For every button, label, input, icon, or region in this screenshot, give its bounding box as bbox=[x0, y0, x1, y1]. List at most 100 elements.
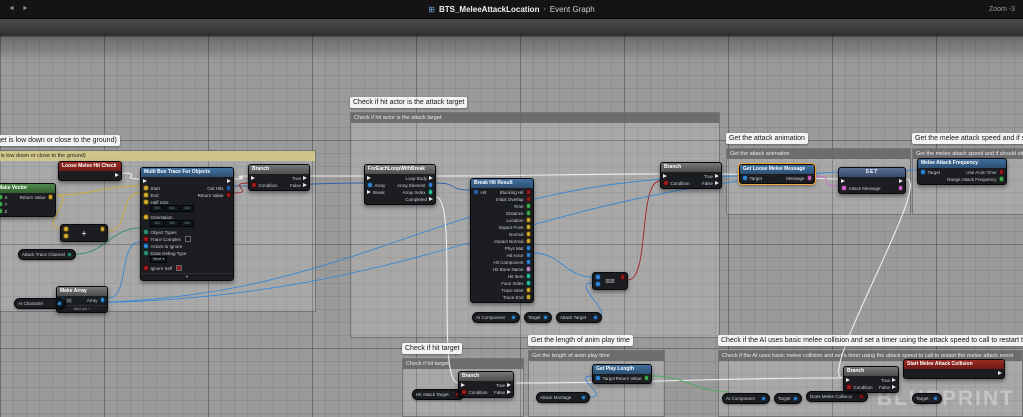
data-pin-icon[interactable] bbox=[999, 176, 1005, 182]
node-get-play-length[interactable]: Get Play LengthTargetReturn Value bbox=[592, 364, 652, 384]
forward-button[interactable]: ► bbox=[22, 0, 29, 18]
false-pin[interactable]: False bbox=[702, 180, 719, 186]
node-header[interactable]: Start Melee Attack Collision bbox=[904, 360, 1004, 369]
data-pin-icon[interactable] bbox=[526, 210, 532, 216]
data-pin-icon[interactable] bbox=[526, 287, 532, 293]
exec-pin-icon[interactable] bbox=[841, 179, 845, 183]
true-pin[interactable]: True bbox=[494, 382, 511, 388]
data-pin-icon[interactable] bbox=[251, 182, 257, 188]
node-multi-box-trace-for-objects[interactable]: Multi Box Trace For ObjectsStartEndHalf … bbox=[140, 167, 234, 281]
exec-pin-icon[interactable] bbox=[367, 176, 371, 180]
data-pin-icon[interactable] bbox=[226, 185, 232, 191]
data-pin-icon[interactable] bbox=[100, 226, 106, 232]
wire[interactable] bbox=[839, 179, 911, 378]
data-pin-icon[interactable] bbox=[473, 189, 479, 195]
node-header[interactable]: Break Hit Result bbox=[471, 179, 533, 188]
node-get-loose-melee-message[interactable]: Get Loose Melee MessageTargetMessage bbox=[739, 164, 815, 184]
data-pin-icon[interactable] bbox=[663, 180, 669, 186]
node-header[interactable]: Loose Melee Hit Check bbox=[59, 162, 121, 171]
use-anim-time-pin[interactable]: Use Anim Time bbox=[947, 169, 1004, 175]
false-pin[interactable]: False bbox=[879, 384, 896, 390]
exec-pin[interactable] bbox=[846, 377, 873, 383]
wire[interactable] bbox=[122, 173, 140, 179]
asset-name[interactable]: BTS_MeleeAttackLocation bbox=[439, 5, 539, 14]
node-header[interactable]: Make Vector bbox=[0, 184, 55, 193]
data-pin-icon[interactable] bbox=[526, 266, 532, 272]
node-loose-melee-hit-check[interactable]: Loose Melee Hit Check bbox=[58, 161, 122, 181]
checkbox[interactable] bbox=[176, 265, 182, 271]
exec-pin[interactable] bbox=[618, 274, 626, 280]
value-field[interactable]: 0.0 bbox=[150, 220, 164, 227]
dropdown[interactable]: None ▾ bbox=[150, 256, 167, 263]
exec-pin[interactable] bbox=[896, 185, 904, 191]
exec-pin[interactable] bbox=[841, 178, 881, 184]
data-pin-icon[interactable] bbox=[807, 175, 813, 181]
comment-check-target-low-label[interactable]: Check target is low down or close to the… bbox=[0, 135, 120, 146]
exec-pin-icon[interactable] bbox=[507, 390, 511, 394]
return-value-pin[interactable]: Return Value bbox=[198, 192, 231, 198]
x-pin[interactable]: X bbox=[0, 194, 8, 200]
exec-pin-icon[interactable] bbox=[507, 383, 511, 387]
data-pin-icon[interactable] bbox=[859, 394, 865, 400]
trace-start-pin[interactable]: Trace Start bbox=[493, 287, 531, 293]
condition-pin[interactable]: Condition bbox=[663, 180, 690, 186]
value-field[interactable]: 0.0 bbox=[165, 220, 179, 227]
data-pin-icon[interactable] bbox=[511, 315, 517, 321]
loop-body-pin[interactable]: Loop Body bbox=[397, 175, 433, 181]
face-index-pin[interactable]: Face Index bbox=[493, 280, 531, 286]
true-pin[interactable]: True bbox=[290, 175, 307, 181]
data-pin-icon[interactable] bbox=[226, 192, 232, 198]
node-header[interactable]: Branch bbox=[459, 372, 513, 381]
location-pin[interactable]: Location bbox=[493, 217, 531, 223]
data-pin-icon[interactable] bbox=[428, 189, 434, 195]
data-pin-icon[interactable] bbox=[526, 252, 532, 258]
pill-hit-attack-target[interactable]: Hit Attack Target bbox=[412, 389, 464, 400]
value-field[interactable]: 0.0 bbox=[165, 205, 179, 212]
data-pin-icon[interactable] bbox=[595, 281, 601, 287]
exec-pin-icon[interactable] bbox=[251, 176, 255, 180]
pill-attack-montage[interactable]: Attack Montage bbox=[536, 392, 590, 403]
target-pin[interactable]: Target bbox=[742, 175, 762, 181]
comment-check-if-hit-target-label[interactable]: Check if hit target bbox=[402, 343, 462, 354]
wire[interactable] bbox=[108, 242, 140, 298]
trace-end-pin[interactable]: Trace End bbox=[493, 294, 531, 300]
blocking-hit-pin[interactable]: Blocking Hit bbox=[493, 189, 531, 195]
break-pin[interactable]: Break bbox=[367, 189, 385, 195]
comment-melee-collision-timer-label[interactable]: Check if the AI uses basic melee collisi… bbox=[718, 335, 1023, 346]
data-pin-icon[interactable] bbox=[920, 169, 926, 175]
exec-pin-icon[interactable] bbox=[227, 179, 231, 183]
wire[interactable] bbox=[234, 183, 248, 193]
data-pin-icon[interactable] bbox=[367, 182, 373, 188]
node-add-vector[interactable]: + bbox=[60, 224, 108, 242]
data-pin-icon[interactable] bbox=[526, 280, 532, 286]
pill-attack-target[interactable]: Attack Target bbox=[556, 312, 602, 323]
exec-pin[interactable] bbox=[663, 173, 690, 179]
object-types-pin[interactable]: Object Types bbox=[143, 229, 194, 235]
data-pin-icon[interactable] bbox=[526, 245, 532, 251]
exec-pin-icon[interactable] bbox=[846, 378, 850, 382]
impact-normal-pin[interactable]: Impact Normal bbox=[493, 238, 531, 244]
exec-pin[interactable] bbox=[996, 370, 1002, 376]
return-value-pin[interactable]: Return Value bbox=[20, 194, 53, 200]
target-pin[interactable]: Target bbox=[595, 375, 614, 381]
data-pin-icon[interactable] bbox=[933, 396, 939, 402]
value-field[interactable]: 0.0 bbox=[180, 205, 194, 212]
data-pin-icon[interactable] bbox=[63, 233, 69, 239]
data-pin-icon[interactable] bbox=[526, 217, 532, 223]
node-equal[interactable]: == bbox=[592, 272, 628, 290]
comment-get-attack-animation-label[interactable]: Get the attack animation bbox=[726, 133, 808, 144]
array-element-pin[interactable]: Array Element bbox=[397, 182, 433, 188]
data-pin-icon[interactable] bbox=[0, 194, 3, 200]
hit-bone-name-pin[interactable]: Hit Bone Name bbox=[493, 266, 531, 272]
data-pin-icon[interactable] bbox=[526, 259, 532, 265]
node-header[interactable]: Multi Box Trace For Objects bbox=[141, 168, 233, 177]
graph-name[interactable]: Event Graph bbox=[550, 5, 595, 14]
condition-pin[interactable]: Condition bbox=[251, 182, 278, 188]
pill-target-3[interactable]: Target bbox=[912, 393, 942, 404]
ignore-self-pin[interactable]: Ignore Self bbox=[143, 265, 194, 271]
wire[interactable] bbox=[815, 176, 838, 186]
data-pin-icon[interactable] bbox=[526, 224, 532, 230]
exec-pin[interactable] bbox=[367, 175, 385, 181]
node-foreach-loop-with-break[interactable]: ForEachLoopWithBreakArrayBreakLoop BodyA… bbox=[364, 164, 436, 205]
exec-pin[interactable] bbox=[98, 226, 106, 232]
